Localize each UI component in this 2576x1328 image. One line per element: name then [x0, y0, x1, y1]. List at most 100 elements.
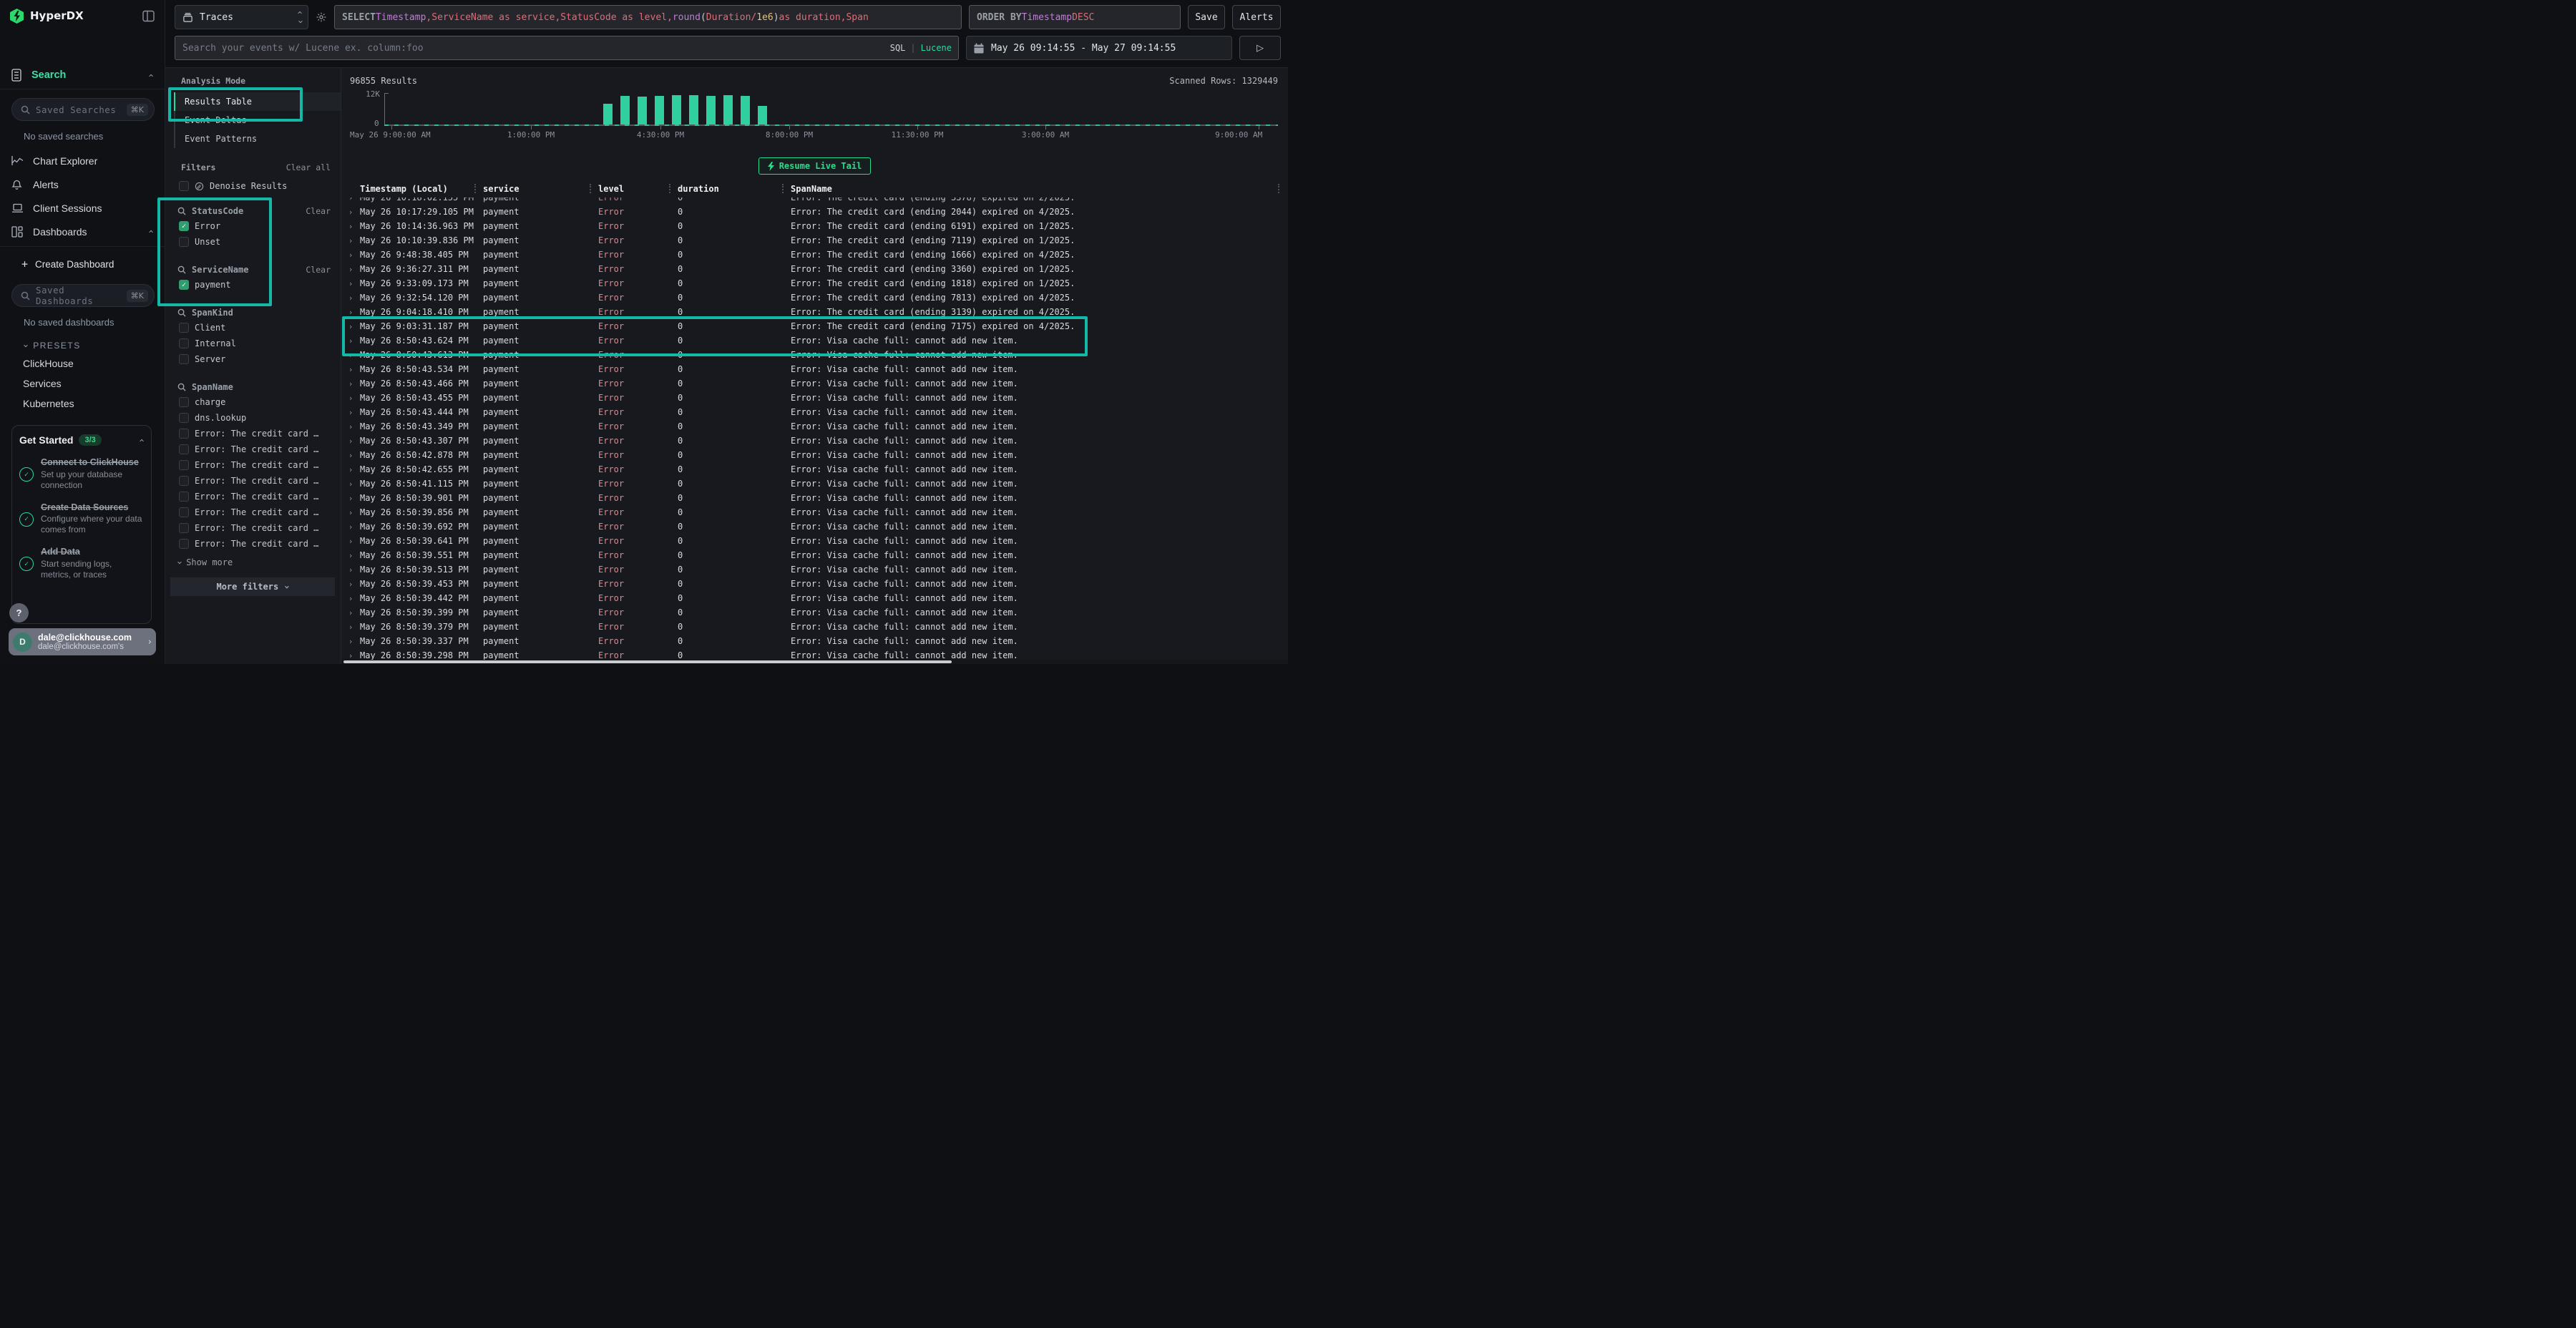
table-row[interactable]: ›May 26 8:50:39.901 PMpaymentError0Error… [341, 491, 1288, 505]
clear-statuscode-button[interactable]: Clear [306, 206, 331, 216]
lucene-mode-button[interactable]: Lucene [921, 43, 952, 53]
date-range-picker[interactable]: May 26 09:14:55 - May 27 09:14:55 [966, 36, 1232, 60]
presets-toggle[interactable]: › PRESETS [24, 341, 165, 351]
table-row[interactable]: ›May 26 8:50:43.466 PMpaymentError0Error… [341, 376, 1288, 391]
user-menu[interactable]: D dale@clickhouse.com dale@clickhouse.co… [9, 628, 156, 655]
run-query-button[interactable]: ▷ [1239, 36, 1281, 60]
order-by-input[interactable]: ORDER BY Timestamp DESC [969, 5, 1181, 29]
preset-clickhouse[interactable]: ClickHouse [0, 353, 165, 374]
filter-spanname-error-the-credit-card[interactable]: Error: The credit card … [165, 426, 341, 441]
get-started-item-add-data[interactable]: ✓Add DataStart sending logs, metrics, or… [19, 547, 144, 580]
table-row[interactable]: ›May 26 10:17:29.105 PMpaymentError0Erro… [341, 205, 1288, 219]
source-settings-gear-icon[interactable] [316, 11, 327, 23]
saved-searches-input[interactable]: Saved Searches ⌘K [11, 98, 155, 121]
chevron-up-icon[interactable]: › [137, 438, 147, 441]
source-select[interactable]: Traces ›› [175, 5, 308, 29]
denoise-results-checkbox[interactable]: Denoise Results [179, 181, 341, 191]
table-row[interactable]: ›May 26 8:50:43.624 PMpaymentError0Error… [341, 333, 1288, 348]
table-row[interactable]: ›May 26 8:50:43.613 PMpaymentError0Error… [341, 348, 1288, 362]
table-row[interactable]: ›May 26 9:03:31.187 PMpaymentError0Error… [341, 319, 1288, 333]
table-row[interactable]: ›May 26 8:50:39.551 PMpaymentError0Error… [341, 548, 1288, 562]
horizontal-scrollbar[interactable] [341, 660, 1288, 664]
filter-spanname-error-the-credit-card[interactable]: Error: The credit card … [165, 504, 341, 520]
table-row[interactable]: ›May 26 8:50:39.399 PMpaymentError0Error… [341, 605, 1288, 620]
analysis-mode-results-table[interactable]: Results Table [174, 92, 341, 111]
filter-spanname-error-the-credit-card[interactable]: Error: The credit card … [165, 489, 341, 504]
table-row[interactable]: ›May 26 8:50:39.379 PMpaymentError0Error… [341, 620, 1288, 634]
alerts-button[interactable]: Alerts [1232, 5, 1281, 29]
create-dashboard-button[interactable]: + Create Dashboard [0, 253, 165, 275]
save-button[interactable]: Save [1188, 5, 1225, 29]
table-row[interactable]: ›May 26 8:50:42.655 PMpaymentError0Error… [341, 462, 1288, 477]
get-started-item-create-data-sources[interactable]: ✓Create Data SourcesConfigure where your… [19, 502, 144, 536]
column-header-service[interactable]: service [483, 180, 598, 197]
column-resize-handle[interactable] [1278, 184, 1279, 193]
table-row[interactable]: ›May 26 9:36:27.311 PMpaymentError0Error… [341, 262, 1288, 276]
show-more-button[interactable]: › Show more [177, 557, 341, 567]
filter-group-statuscode: StatusCodeClear✓ErrorUnset [165, 204, 341, 250]
filter-spankind-internal[interactable]: Internal [165, 336, 341, 351]
sidebar-item-chart-explorer[interactable]: Chart Explorer [0, 149, 165, 172]
column-header-duration[interactable]: duration [678, 180, 791, 197]
filter-spanname-error-the-credit-card[interactable]: Error: The credit card … [165, 457, 341, 473]
get-started-item-connect-to-clickhouse[interactable]: ✓Connect to ClickHouseSet up your databa… [19, 457, 144, 491]
table-row[interactable]: ›May 26 8:50:43.455 PMpaymentError0Error… [341, 391, 1288, 405]
table-row[interactable]: ›May 26 8:50:39.692 PMpaymentError0Error… [341, 519, 1288, 534]
sql-select-input[interactable]: SELECT Timestamp, ServiceName as service… [334, 5, 962, 29]
filter-spanname-error-the-credit-card[interactable]: Error: The credit card … [165, 536, 341, 552]
column-header-timestamp[interactable]: Timestamp (Local) [360, 180, 483, 197]
table-row[interactable]: ›May 26 8:50:39.453 PMpaymentError0Error… [341, 577, 1288, 591]
filter-statuscode-error[interactable]: ✓Error [165, 218, 341, 234]
sidebar-item-search[interactable]: Search › [0, 62, 165, 89]
table-row[interactable]: ›May 26 9:04:18.410 PMpaymentError0Error… [341, 305, 1288, 319]
filter-statuscode-unset[interactable]: Unset [165, 234, 341, 250]
column-header-level[interactable]: level [598, 180, 678, 197]
presets-list: ClickHouseServicesKubernetes [0, 353, 165, 414]
filters-panel: Analysis Mode Results TableEvent DeltasE… [165, 67, 341, 664]
filter-spankind-client[interactable]: Client [165, 320, 341, 336]
table-row[interactable]: ›May 26 8:50:41.115 PMpaymentError0Error… [341, 477, 1288, 491]
table-row[interactable]: ›May 26 8:50:43.349 PMpaymentError0Error… [341, 419, 1288, 434]
filter-spanname-error-the-credit-card[interactable]: Error: The credit card … [165, 520, 341, 536]
table-row[interactable]: ›May 26 8:50:39.442 PMpaymentError0Error… [341, 591, 1288, 605]
table-row[interactable]: ›May 26 8:50:39.337 PMpaymentError0Error… [341, 634, 1288, 648]
more-filters-button[interactable]: More filters › [170, 577, 335, 596]
table-row[interactable]: ›May 26 8:50:43.534 PMpaymentError0Error… [341, 362, 1288, 376]
help-button[interactable]: ? [9, 603, 29, 622]
sql-mode-button[interactable]: SQL [890, 43, 906, 53]
analysis-mode-event-deltas[interactable]: Event Deltas [174, 111, 341, 130]
saved-dashboards-input[interactable]: Saved Dashboards ⌘K [11, 284, 155, 307]
table-row[interactable]: ›May 26 8:50:43.444 PMpaymentError0Error… [341, 405, 1288, 419]
table-row[interactable]: ›May 26 8:50:42.878 PMpaymentError0Error… [341, 448, 1288, 462]
sidebar-item-dashboards[interactable]: Dashboards› [0, 220, 165, 243]
filter-spanname-charge[interactable]: charge [165, 394, 341, 410]
filter-spanname-dns-lookup[interactable]: dns.lookup [165, 410, 341, 426]
table-row[interactable]: ›May 26 9:33:09.173 PMpaymentError0Error… [341, 276, 1288, 290]
filter-servicename-payment[interactable]: ✓payment [165, 277, 341, 293]
filter-spankind-server[interactable]: Server [165, 351, 341, 367]
sidebar-collapse-icon[interactable] [142, 10, 155, 22]
table-row[interactable]: ›May 26 8:50:39.513 PMpaymentError0Error… [341, 562, 1288, 577]
clear-servicename-button[interactable]: Clear [306, 265, 331, 275]
sidebar-item-client-sessions[interactable]: Client Sessions [0, 196, 165, 220]
preset-kubernetes[interactable]: Kubernetes [0, 394, 165, 414]
table-row[interactable]: ›May 26 10:14:36.963 PMpaymentError0Erro… [341, 219, 1288, 233]
scrollbar-thumb[interactable] [343, 660, 952, 663]
results-histogram[interactable]: 12K 0 May 26 9:00:00 AM1:00:00 PM4:30:00… [350, 92, 1278, 139]
table-row[interactable]: ›May 26 9:32:54.120 PMpaymentError0Error… [341, 290, 1288, 305]
clear-all-button[interactable]: Clear all [286, 162, 331, 172]
analysis-mode-event-patterns[interactable]: Event Patterns [174, 130, 341, 148]
table-row[interactable]: ›May 26 9:48:38.405 PMpaymentError0Error… [341, 248, 1288, 262]
event-search-input[interactable] [175, 36, 959, 60]
table-row[interactable]: ›May 26 8:50:39.856 PMpaymentError0Error… [341, 505, 1288, 519]
filter-spanname-error-the-credit-card[interactable]: Error: The credit card … [165, 473, 341, 489]
resume-live-tail-button[interactable]: Resume Live Tail [758, 157, 872, 175]
table-row[interactable]: ›May 26 10:18:02.155 PMpaymentError0Erro… [341, 197, 1288, 205]
column-header-spanname[interactable]: SpanName [791, 180, 1288, 197]
table-row[interactable]: ›May 26 10:10:39.836 PMpaymentError0Erro… [341, 233, 1288, 248]
sidebar-item-alerts[interactable]: Alerts [0, 172, 165, 196]
preset-services[interactable]: Services [0, 374, 165, 394]
table-row[interactable]: ›May 26 8:50:39.641 PMpaymentError0Error… [341, 534, 1288, 548]
filter-spanname-error-the-credit-card[interactable]: Error: The credit card … [165, 441, 341, 457]
table-row[interactable]: ›May 26 8:50:43.307 PMpaymentError0Error… [341, 434, 1288, 448]
